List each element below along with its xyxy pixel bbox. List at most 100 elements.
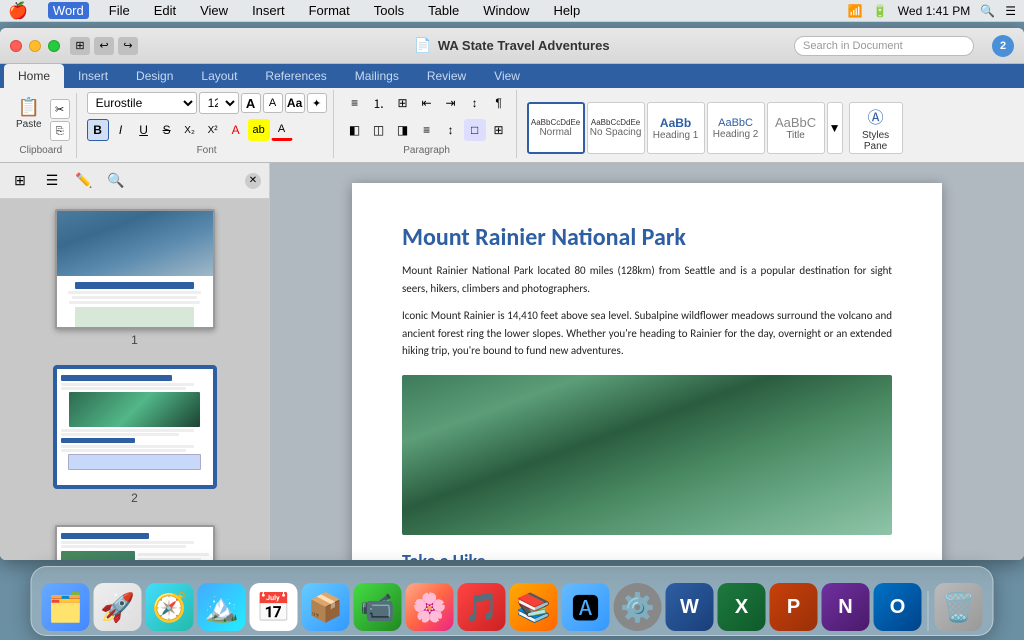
style-normal[interactable]: AaBbCcDdEe Normal [527,102,585,154]
tab-view[interactable]: View [480,64,534,88]
style-title[interactable]: AaBbC Title [767,102,825,154]
dock-settings[interactable]: ⚙️ [614,583,662,631]
numbered-list-button[interactable]: ⒈ [368,92,390,114]
dock-launchpad[interactable]: 🚀 [94,583,142,631]
show-marks-button[interactable]: ¶ [488,92,510,114]
dock-appstore[interactable]: 🅰 [562,583,610,631]
menu-word[interactable]: Word [48,2,89,19]
close-button[interactable] [10,40,22,52]
align-left-button[interactable]: ◧ [344,119,366,141]
apple-menu[interactable]: 🍎 [8,1,28,21]
menu-tools[interactable]: Tools [370,3,408,18]
document-area[interactable]: Mount Rainier National Park Mount Rainie… [270,163,1024,560]
sort-button[interactable]: ↕ [464,92,486,114]
line-spacing-button[interactable]: ↕ [440,119,462,141]
multilevel-list-button[interactable]: ⊞ [392,92,414,114]
styles-gallery-arrow[interactable]: ▼ [827,102,843,154]
decrease-font-button[interactable]: A [263,93,283,113]
battery-icon: 🔋 [873,4,888,18]
font-size-selector[interactable]: 12 [199,92,239,114]
dock-finder[interactable]: 🗂️ [42,583,90,631]
menu-icon[interactable]: ☰ [1005,4,1016,18]
dock-powerpoint[interactable]: P [770,583,818,631]
menu-table[interactable]: Table [424,3,463,18]
nav-search-button[interactable]: 🔍 [104,169,128,193]
dock-outlook[interactable]: O [874,583,922,631]
menu-help[interactable]: Help [549,3,584,18]
search-icon[interactable]: 🔍 [980,4,995,18]
menu-view[interactable]: View [196,3,232,18]
dock-safari[interactable]: 🧭 [146,583,194,631]
change-case-button[interactable]: Aa [285,93,305,113]
dock-onenote[interactable]: N [822,583,870,631]
dock-photos-app[interactable]: 🏔️ [198,583,246,631]
superscript-button[interactable]: X² [202,119,224,141]
nav-close-button[interactable]: ✕ [245,173,261,189]
style-heading2[interactable]: AaBbC Heading 2 [707,102,765,154]
main-area: ⊞ ☰ ✏️ 🔍 ✕ [0,163,1024,560]
tab-design[interactable]: Design [122,64,187,88]
menu-insert[interactable]: Insert [248,3,289,18]
document-para1: Iconic Mount Rainier is 14,410 feet abov… [402,307,892,360]
dock-music[interactable]: 🎵 [458,583,506,631]
font-color-button[interactable]: A [225,119,247,141]
menu-file[interactable]: File [105,3,134,18]
align-center-button[interactable]: ◫ [368,119,390,141]
maximize-button[interactable] [48,40,60,52]
menu-format[interactable]: Format [305,3,354,18]
document-search[interactable]: Search in Document [794,36,974,56]
nav-edit-button[interactable]: ✏️ [72,169,96,193]
tab-layout[interactable]: Layout [187,64,251,88]
dock-word[interactable]: W [666,583,714,631]
tab-mailings[interactable]: Mailings [341,64,413,88]
menu-window[interactable]: Window [479,3,533,18]
bold-button[interactable]: B [87,119,109,141]
style-heading1[interactable]: AaBb Heading 1 [647,102,705,154]
cut-button[interactable]: ✂ [50,99,70,119]
italic-button[interactable]: I [110,119,132,141]
borders-button[interactable]: ⊞ [488,119,510,141]
paste-button[interactable]: 📋 Paste [12,95,46,132]
document-title: Mount Rainier National Park [402,223,892,252]
underline-button[interactable]: U [133,119,155,141]
nav-headings-button[interactable]: ☰ [40,169,64,193]
strikethrough-button[interactable]: S [156,119,178,141]
toolbar-icon-2[interactable]: ↩ [94,37,114,55]
dock-photos[interactable]: 🌸 [406,583,454,631]
dock-trash[interactable]: 🗑️ [935,583,983,631]
tab-review[interactable]: Review [413,64,480,88]
bullets-button[interactable]: ≡ [344,92,366,114]
justify-button[interactable]: ≡ [416,119,438,141]
styles-pane-button[interactable]: Ⓐ StylesPane [849,102,903,154]
page-thumb-2[interactable]: 2 [10,367,259,505]
dock-calendar[interactable]: 📅 [250,583,298,631]
tab-home[interactable]: Home [4,64,64,88]
clear-format-button[interactable]: ✦ [307,93,327,113]
font-selector[interactable]: Eurostile [87,92,197,114]
highlight-button[interactable]: ab [248,119,270,141]
copy-button[interactable]: ⎘ [50,121,70,141]
decrease-indent-button[interactable]: ⇤ [416,92,438,114]
nav-thumbnails-button[interactable]: ⊞ [8,169,32,193]
minimize-button[interactable] [29,40,41,52]
dock-mail[interactable]: 📦 [302,583,350,631]
style-no-spacing[interactable]: AaBbCcDdEe No Spacing [587,102,645,154]
user-avatar[interactable]: 2 [992,35,1014,57]
dock-books[interactable]: 📚 [510,583,558,631]
text-color-button[interactable]: A [271,119,293,141]
dock-excel[interactable]: X [718,583,766,631]
page-thumb-3[interactable]: 3 [10,525,259,560]
increase-indent-button[interactable]: ⇥ [440,92,462,114]
tab-insert[interactable]: Insert [64,64,122,88]
increase-font-button[interactable]: A [241,93,261,113]
shading-button[interactable]: □ [464,119,486,141]
toolbar-icon-1[interactable]: ⊞ [70,37,90,55]
page-thumb-1[interactable]: 1 [10,209,259,347]
toolbar-icon-3[interactable]: ↪ [118,37,138,55]
tab-references[interactable]: References [251,64,340,88]
dock-facetime[interactable]: 📹 [354,583,402,631]
align-right-button[interactable]: ◨ [392,119,414,141]
search-placeholder: Search in Document [803,40,903,52]
menu-edit[interactable]: Edit [150,3,180,18]
subscript-button[interactable]: X₂ [179,119,201,141]
